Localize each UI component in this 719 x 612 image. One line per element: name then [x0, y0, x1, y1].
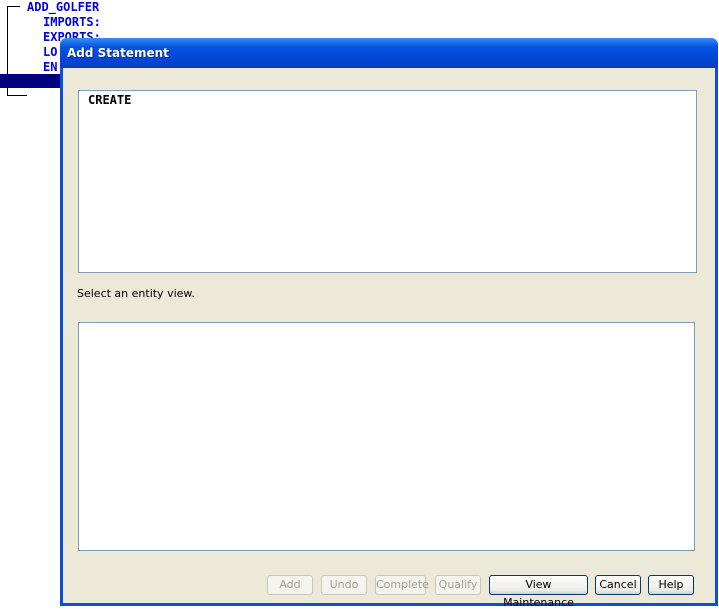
cancel-button[interactable]: Cancel — [595, 575, 641, 595]
undo-button[interactable]: Undo — [321, 575, 367, 595]
tree-item-imports[interactable]: IMPORTS: — [43, 15, 101, 30]
tree-item-locals[interactable]: LO — [43, 45, 57, 60]
qualify-button[interactable]: Qualify — [435, 575, 481, 595]
complete-button[interactable]: Complete — [375, 575, 429, 595]
statement-text: CREATE — [88, 93, 132, 107]
help-button[interactable]: Help — [648, 575, 694, 595]
dialog-body: CREATE Select an entity view. Add Undo C… — [63, 68, 715, 609]
tree-line-top — [7, 6, 20, 7]
tree-item-add-golfer[interactable]: ADD_GOLFER — [27, 0, 99, 15]
view-maintenance-button[interactable]: View Maintenance — [489, 575, 588, 609]
statement-text-area[interactable]: CREATE — [78, 90, 697, 273]
add-button[interactable]: Add — [267, 575, 313, 595]
tree-line-bottom — [7, 95, 27, 96]
dialog-title-bar[interactable]: Add Statement — [60, 38, 718, 68]
tree-item-entity[interactable]: EN — [43, 60, 57, 75]
dialog-title: Add Statement — [67, 46, 169, 60]
prompt-label: Select an entity view. — [77, 287, 195, 300]
entity-view-list[interactable] — [78, 322, 695, 551]
add-statement-dialog: Add Statement CREATE Select an entity vi… — [60, 38, 718, 609]
